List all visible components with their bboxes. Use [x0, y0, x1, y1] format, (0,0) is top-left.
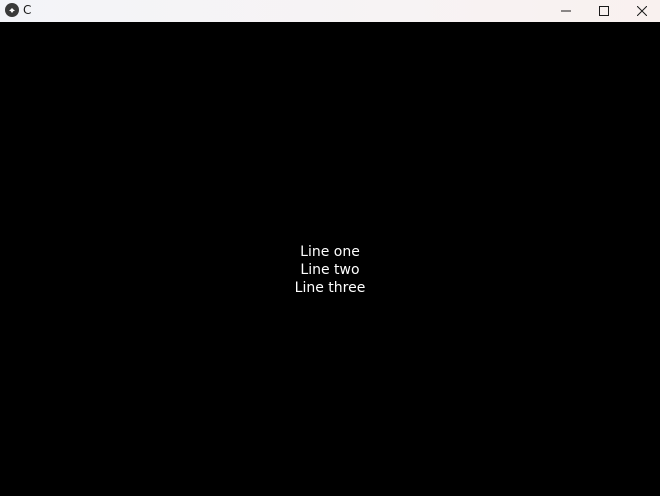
app-logo-icon	[5, 3, 19, 17]
maximize-button[interactable]	[585, 0, 623, 22]
content-area: Line one Line two Line three	[0, 22, 660, 496]
maximize-icon	[599, 6, 609, 16]
multiline-label: Line one Line two Line three	[0, 243, 660, 297]
close-icon	[637, 6, 647, 16]
label-line-two: Line two	[300, 262, 360, 278]
title-bar[interactable]: C	[0, 0, 660, 22]
app-window: C Line one Line two Line three	[0, 0, 660, 496]
label-line-one: Line one	[300, 244, 360, 260]
label-line-three: Line three	[294, 280, 366, 296]
window-title: C	[23, 3, 32, 17]
close-button[interactable]	[623, 0, 660, 22]
minimize-icon	[561, 6, 571, 16]
minimize-button[interactable]	[547, 0, 585, 22]
